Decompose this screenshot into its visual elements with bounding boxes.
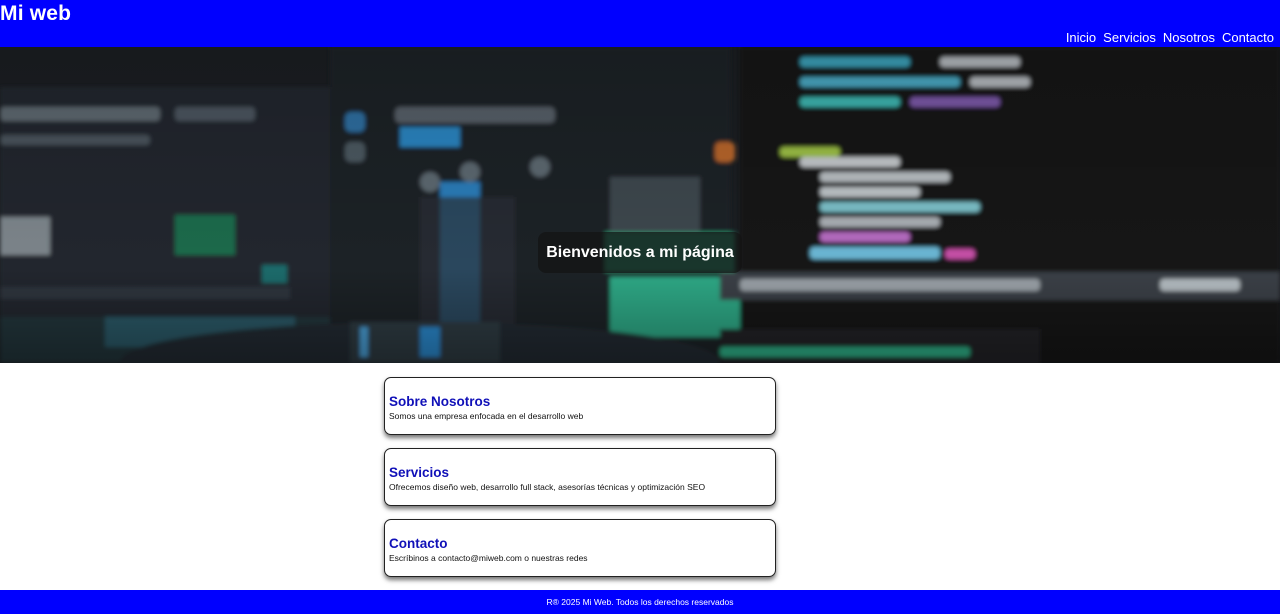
section-text: Escríbinos a contacto@miweb.com o nuestr… — [389, 553, 588, 563]
sections-list: Sobre Nosotros Somos una empresa enfocad… — [384, 377, 776, 590]
site-footer: R® 2025 Mi Web. Todos los derechos reser… — [0, 590, 1280, 614]
section-card-services: Servicios Ofrecemos diseño web, desarrol… — [384, 448, 776, 506]
site-header: Mi web Inicio Servicios Nosotros Contact… — [0, 0, 1280, 47]
section-text: Somos una empresa enfocada en el desarro… — [389, 411, 584, 421]
main-nav: Inicio Servicios Nosotros Contacto — [1066, 30, 1274, 45]
nav-servicios[interactable]: Servicios — [1103, 30, 1156, 45]
section-title: Sobre Nosotros — [389, 394, 491, 409]
nav-nosotros[interactable]: Nosotros — [1163, 30, 1215, 45]
hero-banner: Bienvenidos a mi página — [0, 47, 1280, 363]
nav-inicio[interactable]: Inicio — [1066, 30, 1096, 45]
section-title: Contacto — [389, 536, 448, 551]
section-card-contact: Contacto Escríbinos a contacto@miweb.com… — [384, 519, 776, 577]
hero-title: Bienvenidos a mi página — [538, 232, 742, 273]
section-title: Servicios — [389, 465, 450, 480]
footer-copyright: R® 2025 Mi Web. Todos los derechos reser… — [546, 597, 734, 607]
site-logo[interactable]: Mi web — [0, 2, 71, 26]
section-card-about: Sobre Nosotros Somos una empresa enfocad… — [384, 377, 776, 435]
hero-background-image — [0, 47, 1280, 363]
nav-contacto[interactable]: Contacto — [1222, 30, 1274, 45]
section-text: Ofrecemos diseño web, desarrollo full st… — [389, 482, 706, 492]
